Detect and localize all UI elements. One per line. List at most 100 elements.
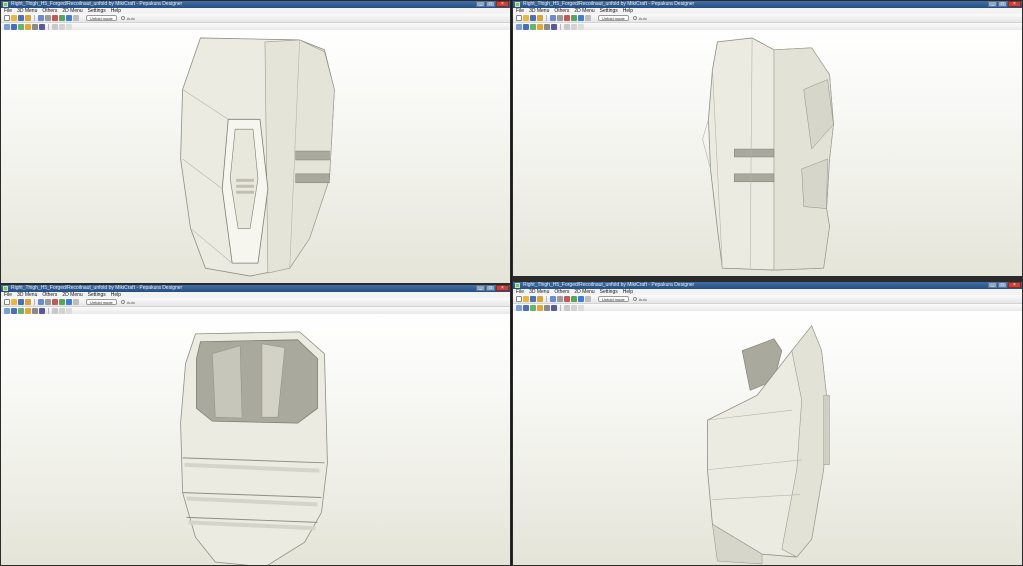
menu-others[interactable]: Others (554, 8, 569, 14)
toolbar: Unfold mode Auto (1, 14, 510, 23)
unfold-mode-button[interactable]: Unfold mode (598, 15, 629, 21)
menu-settings[interactable]: Settings (88, 292, 106, 298)
view-icon[interactable] (537, 296, 543, 302)
select-icon[interactable] (550, 296, 556, 302)
new-icon[interactable] (516, 15, 522, 21)
menu-2d[interactable]: 2D Menu (574, 8, 594, 14)
select-icon[interactable] (38, 15, 44, 21)
edge-icon[interactable] (571, 296, 577, 302)
menu-settings[interactable]: Settings (600, 8, 618, 14)
pepakura-window-side: Right_Thigh_H5_Forged/Recoilnaut_unfold … (512, 0, 1023, 281)
menu-others[interactable]: Others (554, 289, 569, 295)
move-icon[interactable] (564, 296, 570, 302)
rotate-icon[interactable] (557, 296, 563, 302)
menu-others[interactable]: Others (42, 8, 57, 14)
menu-2d[interactable]: 2D Menu (62, 8, 82, 14)
menu-settings[interactable]: Settings (600, 289, 618, 295)
move-icon[interactable] (564, 15, 570, 21)
paint-icon[interactable] (578, 15, 584, 21)
app-icon (515, 2, 520, 7)
open-icon[interactable] (523, 15, 529, 21)
menu-help[interactable]: Help (623, 289, 633, 295)
window-titlebar[interactable]: Right_Thigh_H5_Forged/Recoilnaut_unfold … (1, 285, 510, 292)
maximize-button[interactable]: □ (998, 282, 1007, 288)
menu-settings[interactable]: Settings (88, 8, 106, 14)
menu-3d[interactable]: 3D Menu (529, 289, 549, 295)
paint-icon[interactable] (66, 299, 72, 305)
3d-viewport[interactable] (513, 311, 1022, 565)
menu-file[interactable]: File (516, 8, 524, 14)
rotate-icon[interactable] (557, 15, 563, 21)
minimize-button[interactable]: _ (988, 1, 997, 7)
unfold-mode-button[interactable]: Unfold mode (86, 299, 117, 305)
zoom-icon[interactable] (73, 299, 79, 305)
menu-3d[interactable]: 3D Menu (17, 292, 37, 298)
zoom-icon[interactable] (73, 15, 79, 21)
unfold-mode-button[interactable]: Unfold mode (598, 296, 629, 302)
new-icon[interactable] (4, 15, 10, 21)
window-titlebar[interactable]: Right_Thigh_H5_Forged/Recoilnaut_unfold … (1, 1, 510, 8)
open-icon[interactable] (11, 15, 17, 21)
zoom-icon[interactable] (585, 15, 591, 21)
window-titlebar[interactable]: Right_Thigh_H5_Forged/Recoilnaut_unfold … (513, 1, 1022, 8)
select-icon[interactable] (550, 15, 556, 21)
move-icon[interactable] (52, 299, 58, 305)
auto-checkbox[interactable]: Auto (120, 15, 135, 21)
paint-icon[interactable] (66, 15, 72, 21)
move-icon[interactable] (52, 15, 58, 21)
close-button[interactable]: × (1008, 282, 1021, 288)
save-icon[interactable] (530, 15, 536, 21)
rotate-icon[interactable] (45, 15, 51, 21)
minimize-button[interactable]: _ (988, 282, 997, 288)
menu-help[interactable]: Help (111, 292, 121, 298)
view-icon[interactable] (25, 15, 31, 21)
close-button[interactable]: × (496, 285, 509, 291)
menu-3d[interactable]: 3D Menu (529, 8, 549, 14)
rotate-icon[interactable] (45, 299, 51, 305)
close-button[interactable]: × (496, 1, 509, 7)
window-titlebar[interactable]: Right_Thigh_H5_Forged/Recoilnaut_unfold … (513, 282, 1022, 289)
edge-icon[interactable] (571, 15, 577, 21)
minimize-button[interactable]: _ (476, 1, 485, 7)
menu-others[interactable]: Others (42, 292, 57, 298)
paint-icon[interactable] (578, 296, 584, 302)
menu-file[interactable]: File (516, 289, 524, 295)
maximize-button[interactable]: □ (486, 285, 495, 291)
3d-viewport[interactable] (513, 30, 1022, 280)
new-icon[interactable] (4, 299, 10, 305)
menu-help[interactable]: Help (623, 8, 633, 14)
auto-checkbox[interactable]: Auto (120, 300, 135, 305)
auto-checkbox[interactable]: Auto (632, 16, 647, 21)
menu-2d[interactable]: 2D Menu (62, 292, 82, 298)
status-bar (513, 276, 1022, 280)
maximize-button[interactable]: □ (998, 1, 1007, 7)
view-icon[interactable] (537, 15, 543, 21)
zoom-icon[interactable] (585, 296, 591, 302)
menu-3d[interactable]: 3D Menu (17, 8, 37, 14)
view-icon[interactable] (25, 299, 31, 305)
3d-viewport[interactable] (1, 314, 510, 565)
open-icon[interactable] (11, 299, 17, 305)
select-icon[interactable] (38, 299, 44, 305)
menu-2d[interactable]: 2D Menu (574, 289, 594, 295)
menu-file[interactable]: File (4, 292, 12, 298)
unfold-mode-button[interactable]: Unfold mode (86, 15, 117, 21)
new-icon[interactable] (516, 296, 522, 302)
save-icon[interactable] (18, 299, 24, 305)
auto-checkbox[interactable]: Auto (632, 297, 647, 302)
thigh-model-front (180, 37, 335, 277)
auto-label: Auto (126, 15, 135, 21)
open-icon[interactable] (523, 296, 529, 302)
minimize-button[interactable]: _ (476, 285, 485, 291)
maximize-button[interactable]: □ (486, 1, 495, 7)
edge-icon[interactable] (59, 299, 65, 305)
menu-help[interactable]: Help (111, 8, 121, 14)
save-icon[interactable] (18, 15, 24, 21)
app-icon (3, 286, 8, 291)
toolbar: Unfold mode Auto (1, 298, 510, 307)
edge-icon[interactable] (59, 15, 65, 21)
save-icon[interactable] (530, 296, 536, 302)
close-button[interactable]: × (1008, 1, 1021, 7)
3d-viewport[interactable] (1, 30, 510, 283)
menu-file[interactable]: File (4, 8, 12, 14)
